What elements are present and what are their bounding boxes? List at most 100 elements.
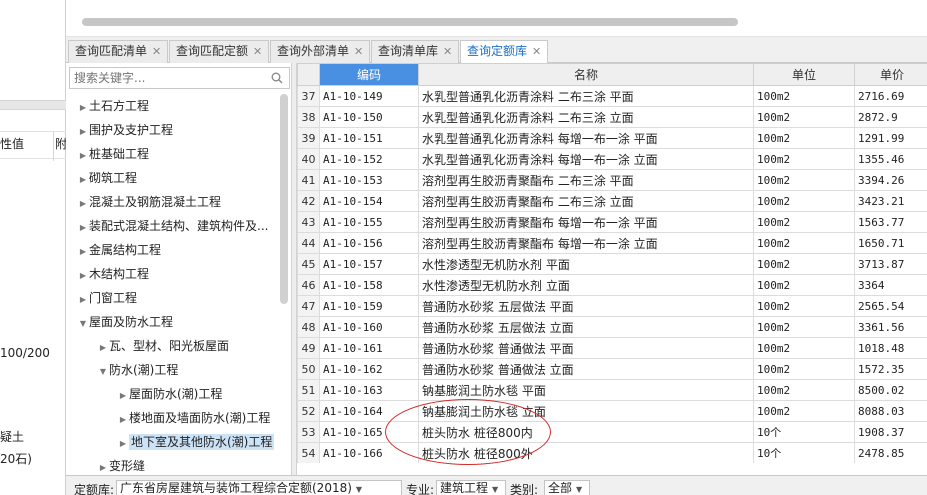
row-number[interactable]: 43 (297, 211, 320, 233)
cell-code[interactable]: A1-10-151 (319, 127, 419, 149)
close-icon[interactable]: ✕ (443, 45, 452, 58)
table-row[interactable]: 45 A1-10-157 水性渗透型无机防水剂 平面 100m2 3713.87 (297, 253, 927, 275)
cell-code[interactable]: A1-10-155 (319, 211, 419, 233)
left-panel-cell[interactable]: 20石) (0, 448, 66, 470)
table-row[interactable]: 53 A1-10-165 桩头防水 桩径800内 10个 1908.37 (297, 421, 927, 443)
chevron-right-icon[interactable]: ▶ (77, 145, 89, 167)
table-row[interactable]: 37 A1-10-149 水乳型普通乳化沥青涂料 二布三涂 平面 100m2 2716.… (297, 85, 927, 107)
row-number[interactable]: 54 (297, 442, 320, 463)
left-panel-cell[interactable]: 100/200 (0, 342, 66, 364)
cell-code[interactable]: A1-10-158 (319, 274, 419, 296)
chevron-right-icon[interactable]: ▶ (77, 193, 89, 215)
cell-price[interactable]: 1291.99 (854, 127, 927, 149)
tab-query-external-list[interactable]: 查询外部清单 ✕ (270, 40, 371, 63)
cell-name[interactable]: 普通防水砂浆 普通做法 立面 (418, 358, 754, 380)
row-number[interactable]: 42 (297, 190, 320, 212)
cell-unit[interactable]: 100m2 (753, 148, 855, 170)
row-number[interactable]: 38 (297, 106, 320, 128)
cell-code[interactable]: A1-10-165 (319, 421, 419, 443)
row-number[interactable]: 37 (297, 85, 320, 107)
cell-unit[interactable]: 100m2 (753, 127, 855, 149)
cell-price[interactable]: 3361.56 (854, 316, 927, 338)
tree-node[interactable]: ▼ 屋面及防水工程 (77, 311, 173, 333)
cell-price[interactable]: 2478.85 (854, 442, 927, 463)
cell-unit[interactable]: 100m2 (753, 253, 855, 275)
close-icon[interactable]: ✕ (253, 45, 262, 58)
tree-node[interactable]: ▶ 屋面防水(潮)工程 (117, 383, 222, 405)
left-panel-cell[interactable]: 疑土 (0, 426, 66, 448)
cell-name[interactable]: 水性渗透型无机防水剂 立面 (418, 274, 754, 296)
tree-node[interactable]: ▶ 土石方工程 (77, 95, 149, 117)
chevron-right-icon[interactable]: ▶ (77, 289, 89, 311)
row-number[interactable]: 40 (297, 148, 320, 170)
cell-unit[interactable]: 100m2 (753, 358, 855, 380)
cell-unit[interactable]: 100m2 (753, 400, 855, 422)
cell-name[interactable]: 溶剂型再生胶沥青聚酯布 每增一布一涂 立面 (418, 232, 754, 254)
row-number[interactable]: 46 (297, 274, 320, 296)
cell-price[interactable]: 1908.37 (854, 421, 927, 443)
cell-unit[interactable]: 100m2 (753, 379, 855, 401)
chevron-right-icon[interactable]: ▶ (77, 169, 89, 191)
tree-node[interactable]: ▶ 围护及支护工程 (77, 119, 173, 141)
cell-price[interactable]: 2716.69 (854, 85, 927, 107)
row-number[interactable]: 45 (297, 253, 320, 275)
chevron-right-icon[interactable]: ▶ (77, 97, 89, 119)
cell-name[interactable]: 钠基膨润土防水毯 平面 (418, 379, 754, 401)
table-row[interactable]: 46 A1-10-158 水性渗透型无机防水剂 立面 100m2 3364 (297, 274, 927, 296)
cell-price[interactable]: 8088.03 (854, 400, 927, 422)
cell-code[interactable]: A1-10-153 (319, 169, 419, 191)
table-row[interactable]: 51 A1-10-163 钠基膨润土防水毯 平面 100m2 8500.02 (297, 379, 927, 401)
cell-code[interactable]: A1-10-166 (319, 442, 419, 463)
tab-query-match-quota[interactable]: 查询匹配定额 ✕ (169, 40, 270, 63)
chevron-right-icon[interactable]: ▶ (117, 409, 129, 431)
chevron-right-icon[interactable]: ▶ (117, 433, 129, 455)
chevron-right-icon[interactable]: ▶ (117, 385, 129, 407)
row-number[interactable]: 39 (297, 127, 320, 149)
cell-price[interactable]: 3423.21 (854, 190, 927, 212)
tree-node[interactable]: ▼ 防水(潮)工程 (97, 359, 178, 381)
close-icon[interactable]: ✕ (354, 45, 363, 58)
tree-node[interactable]: ▶ 装配式混凝土结构、建筑构件及... (77, 215, 269, 239)
cell-name[interactable]: 普通防水砂浆 普通做法 平面 (418, 337, 754, 359)
cell-name[interactable]: 普通防水砂浆 五层做法 平面 (418, 295, 754, 317)
cell-code[interactable]: A1-10-150 (319, 106, 419, 128)
cell-code[interactable]: A1-10-149 (319, 85, 419, 107)
table-row[interactable]: 52 A1-10-164 钠基膨润土防水毯 立面 100m2 8088.03 (297, 400, 927, 422)
tree-node[interactable]: ▶ 桩基础工程 (77, 143, 149, 165)
cell-name[interactable]: 水乳型普通乳化沥青涂料 二布三涂 立面 (418, 106, 754, 128)
cell-code[interactable]: A1-10-152 (319, 148, 419, 170)
header-unit[interactable]: 单位 (753, 63, 855, 86)
tree-vertical-scrollbar[interactable] (280, 94, 288, 304)
table-row[interactable]: 40 A1-10-152 水乳型普通乳化沥青涂料 每增一布一涂 立面 100m2 135… (297, 148, 927, 170)
cell-code[interactable]: A1-10-157 (319, 253, 419, 275)
cell-name[interactable]: 水乳型普通乳化沥青涂料 二布三涂 平面 (418, 85, 754, 107)
row-number[interactable]: 48 (297, 316, 320, 338)
cell-unit[interactable]: 100m2 (753, 337, 855, 359)
cell-code[interactable]: A1-10-162 (319, 358, 419, 380)
cell-price[interactable]: 1572.35 (854, 358, 927, 380)
cell-price[interactable]: 3394.26 (854, 169, 927, 191)
cell-price[interactable]: 3364 (854, 274, 927, 296)
cell-unit[interactable]: 10个 (753, 421, 855, 443)
close-icon[interactable]: ✕ (532, 45, 541, 58)
chevron-right-icon[interactable]: ▶ (77, 217, 89, 239)
category-select[interactable]: 全部 ▼ (544, 480, 590, 495)
tree-node[interactable]: ▶ 混凝土及钢筋混凝土工程 (77, 191, 221, 213)
cell-price[interactable]: 3713.87 (854, 253, 927, 275)
tree-node-selected[interactable]: ▶ 地下室及其他防水(潮)工程 (117, 431, 275, 455)
cell-price[interactable]: 1355.46 (854, 148, 927, 170)
tree-node[interactable]: ▶ 楼地面及墙面防水(潮)工程 (117, 407, 270, 429)
header-code[interactable]: 编码 (319, 63, 419, 86)
cell-name[interactable]: 桩头防水 桩径800外 (418, 442, 754, 463)
cell-unit[interactable]: 100m2 (753, 169, 855, 191)
cell-price[interactable]: 8500.02 (854, 379, 927, 401)
table-row[interactable]: 47 A1-10-159 普通防水砂浆 五层做法 平面 100m2 2565.54 (297, 295, 927, 317)
row-number[interactable]: 50 (297, 358, 320, 380)
cell-unit[interactable]: 100m2 (753, 295, 855, 317)
cell-name[interactable]: 水性渗透型无机防水剂 平面 (418, 253, 754, 275)
cell-code[interactable]: A1-10-154 (319, 190, 419, 212)
tree-node[interactable]: ▶ 金属结构工程 (77, 239, 161, 261)
cell-unit[interactable]: 100m2 (753, 232, 855, 254)
cell-name[interactable]: 普通防水砂浆 五层做法 立面 (418, 316, 754, 338)
search-input[interactable] (70, 68, 260, 88)
